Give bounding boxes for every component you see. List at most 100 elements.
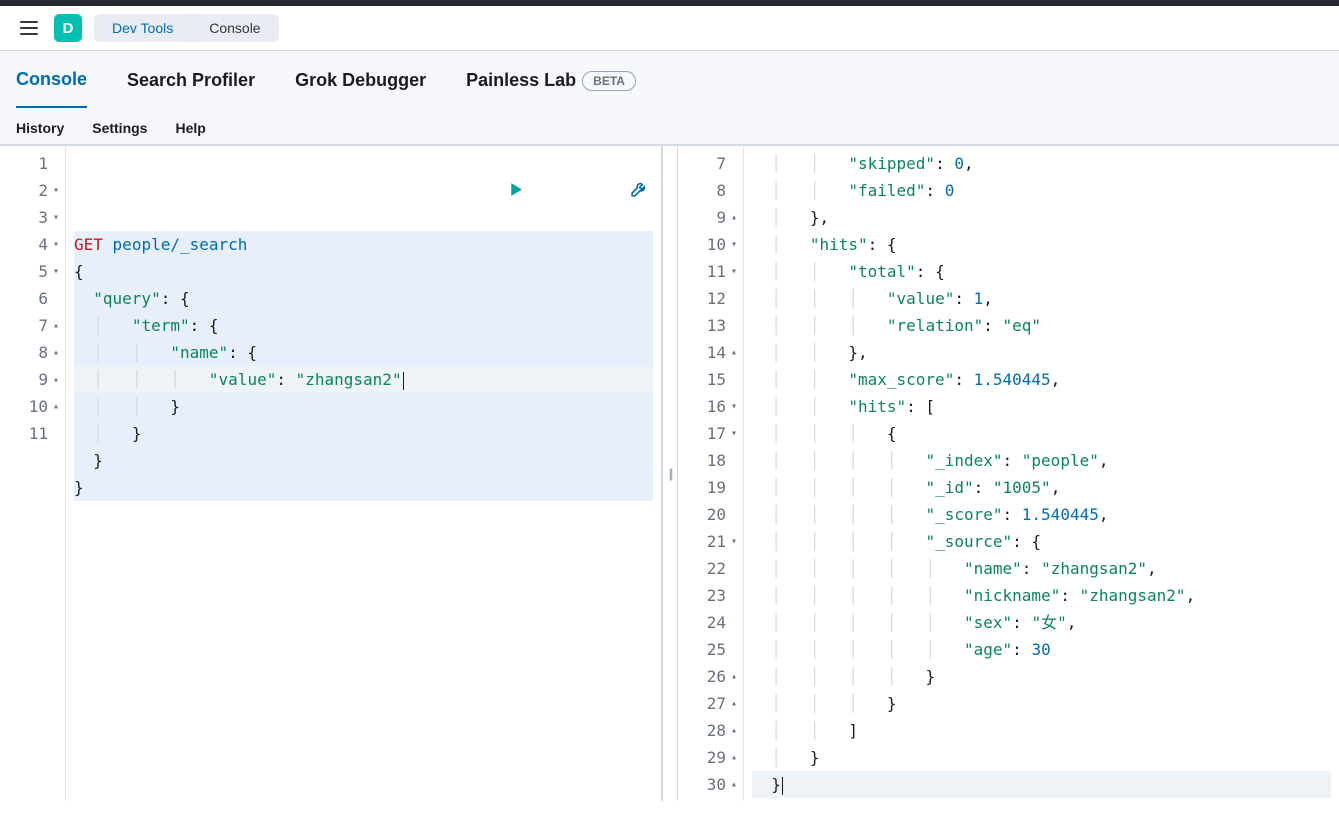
code-line: │ │ │ │ "_score": 1.540445, xyxy=(752,501,1331,528)
code-line: │ │ "max_score": 1.540445, xyxy=(752,366,1331,393)
line-number: 18 xyxy=(684,447,737,474)
code-line: │ │ ] xyxy=(752,717,1331,744)
line-number: 17▾ xyxy=(684,420,737,447)
breadcrumb-item-devtools[interactable]: Dev Tools xyxy=(94,14,191,42)
app-logo[interactable]: D xyxy=(54,14,82,42)
line-number: 8▴ xyxy=(6,339,59,366)
line-number: 29▴ xyxy=(684,744,737,771)
line-number: 9▴ xyxy=(684,204,737,231)
line-number: 10▾ xyxy=(684,231,737,258)
code-line: │ │ │ │ │ "name": "zhangsan2", xyxy=(752,555,1331,582)
line-number: 11 xyxy=(6,420,59,447)
line-number: 6 xyxy=(6,285,59,312)
beta-badge: BETA xyxy=(582,71,636,91)
code-line: │ │ "total": { xyxy=(752,258,1331,285)
code-line: │ "term": { xyxy=(74,312,653,339)
code-line: │ │ │ │ "_index": "people", xyxy=(752,447,1331,474)
fold-icon[interactable]: ▴ xyxy=(51,312,59,339)
fold-icon[interactable]: ▾ xyxy=(729,393,737,420)
code-line: │ │ │ "value": 1, xyxy=(752,285,1331,312)
line-number: 13 xyxy=(684,312,737,339)
code-line: │ │ │ │ │ "nickname": "zhangsan2", xyxy=(752,582,1331,609)
line-number: 25 xyxy=(684,636,737,663)
fold-icon[interactable]: ▴ xyxy=(729,663,737,690)
fold-icon[interactable]: ▾ xyxy=(729,258,737,285)
fold-icon[interactable]: ▾ xyxy=(51,258,59,285)
request-panel: 12▾3▾4▾5▾67▴8▴9▴10▴11 GET people/_search… xyxy=(0,145,662,801)
tab-search-profiler[interactable]: Search Profiler xyxy=(127,70,255,107)
code-line: { xyxy=(74,258,653,285)
line-number: 14▴ xyxy=(684,339,737,366)
line-number: 10▴ xyxy=(6,393,59,420)
response-viewer[interactable]: │ │ "skipped": 0, │ │ "failed": 0 │ }, │… xyxy=(744,146,1339,801)
subtab-history[interactable]: History xyxy=(16,120,64,136)
fold-icon[interactable]: ▾ xyxy=(51,231,59,258)
line-number: 1 xyxy=(6,150,59,177)
line-number: 5▾ xyxy=(6,258,59,285)
code-line: │ │ "skipped": 0, xyxy=(752,150,1331,177)
code-line: │ │ │ │ "_id": "1005", xyxy=(752,474,1331,501)
code-line: │ │ │ │ } xyxy=(752,663,1331,690)
response-gutter: 789▴10▾11▾121314▴1516▾17▾18192021▾222324… xyxy=(678,146,744,801)
fold-icon[interactable]: ▴ xyxy=(729,339,737,366)
line-number: 7 xyxy=(684,150,737,177)
menu-toggle-button[interactable] xyxy=(16,17,42,39)
code-line: │ │ }, xyxy=(752,339,1331,366)
fold-icon[interactable]: ▴ xyxy=(51,393,59,420)
line-number: 26▴ xyxy=(684,663,737,690)
line-number: 27▴ xyxy=(684,690,737,717)
tab-grok-debugger[interactable]: Grok Debugger xyxy=(295,70,426,107)
fold-icon[interactable]: ▴ xyxy=(729,717,737,744)
split-resize-handle[interactable]: || xyxy=(662,145,678,801)
fold-icon[interactable]: ▾ xyxy=(729,231,737,258)
app-header: D Dev Tools Console xyxy=(0,6,1339,51)
request-gutter: 12▾3▾4▾5▾67▴8▴9▴10▴11 xyxy=(0,146,66,801)
code-line: │ } xyxy=(74,420,653,447)
code-line: │ │ │ } xyxy=(752,690,1331,717)
line-number: 19 xyxy=(684,474,737,501)
request-toolbar xyxy=(410,152,647,233)
subtab-help[interactable]: Help xyxy=(175,120,205,136)
line-number: 30▴ xyxy=(684,771,737,798)
line-number: 28▴ xyxy=(684,717,737,744)
main-tabs: Console Search Profiler Grok Debugger Painl… xyxy=(0,51,1339,108)
tabs-region: Console Search Profiler Grok Debugger Painl… xyxy=(0,51,1339,145)
fold-icon[interactable]: ▴ xyxy=(51,366,59,393)
tab-painless-lab[interactable]: Painless LabBETA xyxy=(466,70,636,107)
fold-icon[interactable]: ▾ xyxy=(729,420,737,447)
fold-icon[interactable]: ▾ xyxy=(51,204,59,231)
subtab-settings[interactable]: Settings xyxy=(92,120,147,136)
code-line: │ │ "name": { xyxy=(74,339,653,366)
line-number: 12 xyxy=(684,285,737,312)
play-icon[interactable] xyxy=(410,152,523,233)
tab-console[interactable]: Console xyxy=(16,69,87,108)
code-line: │ }, xyxy=(752,204,1331,231)
code-line: "query": { xyxy=(74,285,653,312)
fold-icon[interactable]: ▾ xyxy=(51,177,59,204)
secondary-tabs: History Settings Help xyxy=(0,108,1339,144)
code-line xyxy=(74,501,653,528)
line-number: 23 xyxy=(684,582,737,609)
line-number: 21▾ xyxy=(684,528,737,555)
line-number: 22 xyxy=(684,555,737,582)
wrench-icon[interactable] xyxy=(534,152,647,233)
fold-icon[interactable]: ▴ xyxy=(729,744,737,771)
code-line: GET people/_search xyxy=(74,231,653,258)
code-line: │ │ } xyxy=(74,393,653,420)
line-number: 9▴ xyxy=(6,366,59,393)
code-line: │ │ │ "value": "zhangsan2" xyxy=(74,366,653,393)
request-editor[interactable]: GET people/_search{ "query": { │ "term":… xyxy=(66,146,661,801)
fold-icon[interactable]: ▴ xyxy=(51,339,59,366)
line-number: 3▾ xyxy=(6,204,59,231)
code-line: │ │ │ { xyxy=(752,420,1331,447)
fold-icon[interactable]: ▴ xyxy=(729,771,737,798)
line-number: 16▾ xyxy=(684,393,737,420)
fold-icon[interactable]: ▴ xyxy=(729,204,737,231)
code-line: } xyxy=(74,474,653,501)
split-editor: 12▾3▾4▾5▾67▴8▴9▴10▴11 GET people/_search… xyxy=(0,145,1339,801)
code-line: │ } xyxy=(752,744,1331,771)
fold-icon[interactable]: ▾ xyxy=(729,528,737,555)
code-line: │ │ │ │ │ "age": 30 xyxy=(752,636,1331,663)
breadcrumb-item-console[interactable]: Console xyxy=(191,14,278,42)
fold-icon[interactable]: ▴ xyxy=(729,690,737,717)
